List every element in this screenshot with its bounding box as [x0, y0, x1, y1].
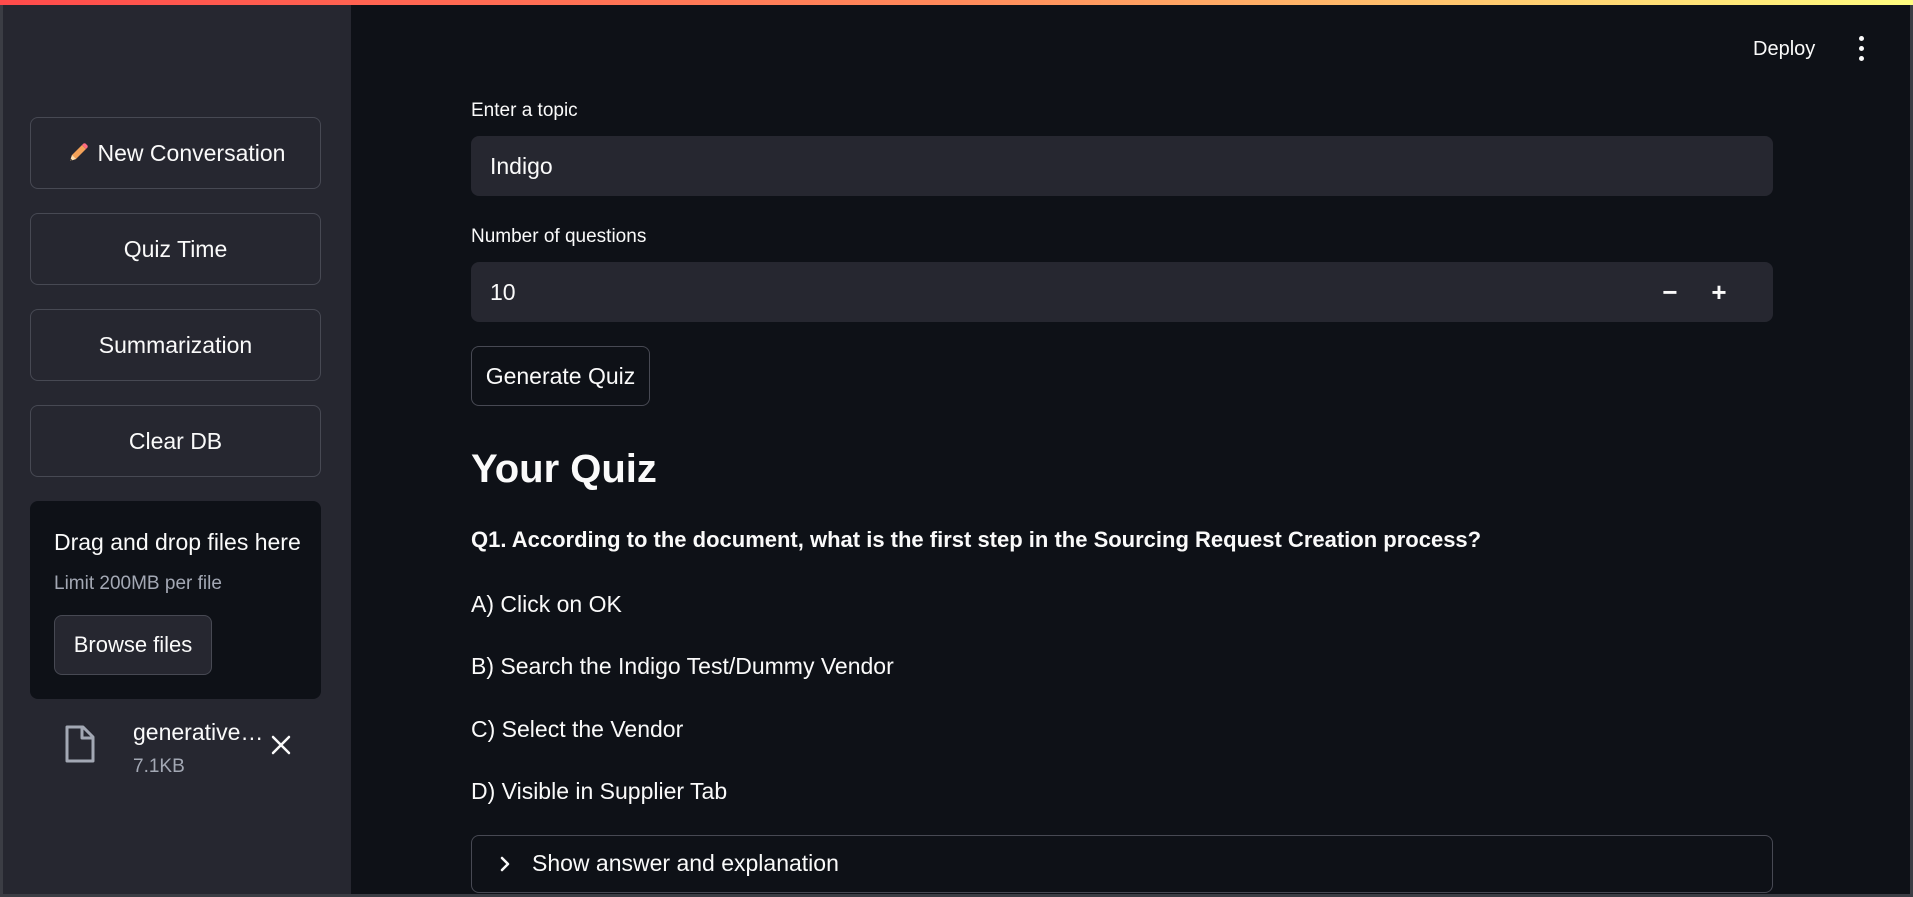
quiz-time-button[interactable]: Quiz Time: [30, 213, 321, 285]
option-d: D) Visible in Supplier Tab: [471, 778, 728, 804]
pencil-icon: [69, 143, 88, 161]
uploaded-file-item: generative… 7.1KB: [30, 712, 321, 778]
dropzone-title: Drag and drop files here: [54, 529, 301, 555]
topic-input[interactable]: Indigo: [471, 136, 1773, 196]
dropzone-limit: Limit 200MB per file: [54, 573, 222, 594]
new-conversation-label: New Conversation: [97, 139, 286, 166]
top-accent-bar: [0, 0, 1913, 5]
question-count-value: 10: [490, 278, 516, 305]
option-a: A) Click on OK: [471, 591, 622, 617]
option-c: C) Select the Vendor: [471, 716, 684, 742]
clear-db-label: Clear DB: [128, 427, 223, 454]
topic-label: Enter a topic: [471, 100, 578, 121]
quiz-time-label: Quiz Time: [123, 235, 228, 262]
file-dropzone[interactable]: Drag and drop files here Limit 200MB per…: [30, 501, 321, 699]
quiz-title: Your Quiz: [471, 447, 657, 491]
deploy-button[interactable]: Deploy: [1745, 32, 1823, 66]
summarization-label: Summarization: [98, 331, 253, 358]
file-size: 7.1KB: [133, 756, 185, 777]
expander-label: Show answer and explanation: [532, 850, 839, 876]
close-icon[interactable]: [266, 730, 296, 760]
summarization-button[interactable]: Summarization: [30, 309, 321, 381]
clear-db-button[interactable]: Clear DB: [30, 405, 321, 477]
question-count-label: Number of questions: [471, 226, 647, 247]
question-count-stepper[interactable]: 10 − +: [471, 262, 1773, 322]
show-answer-expander[interactable]: Show answer and explanation: [471, 835, 1773, 893]
sidebar: New Conversation Quiz Time Summarization…: [0, 0, 351, 897]
increment-button[interactable]: +: [1695, 262, 1743, 322]
decrement-button[interactable]: −: [1646, 262, 1694, 322]
question-text: Q1. According to the document, what is t…: [471, 527, 1482, 552]
kebab-menu-icon[interactable]: [1846, 30, 1876, 66]
file-name: generative…: [133, 719, 263, 745]
generate-quiz-button[interactable]: Generate Quiz: [471, 346, 650, 406]
topic-input-value: Indigo: [490, 152, 553, 179]
browse-files-button[interactable]: Browse files: [54, 615, 212, 675]
new-conversation-button[interactable]: New Conversation: [30, 117, 321, 189]
chevron-right-icon: [500, 856, 510, 872]
option-b: B) Search the Indigo Test/Dummy Vendor: [471, 653, 894, 679]
file-icon: [65, 725, 95, 763]
